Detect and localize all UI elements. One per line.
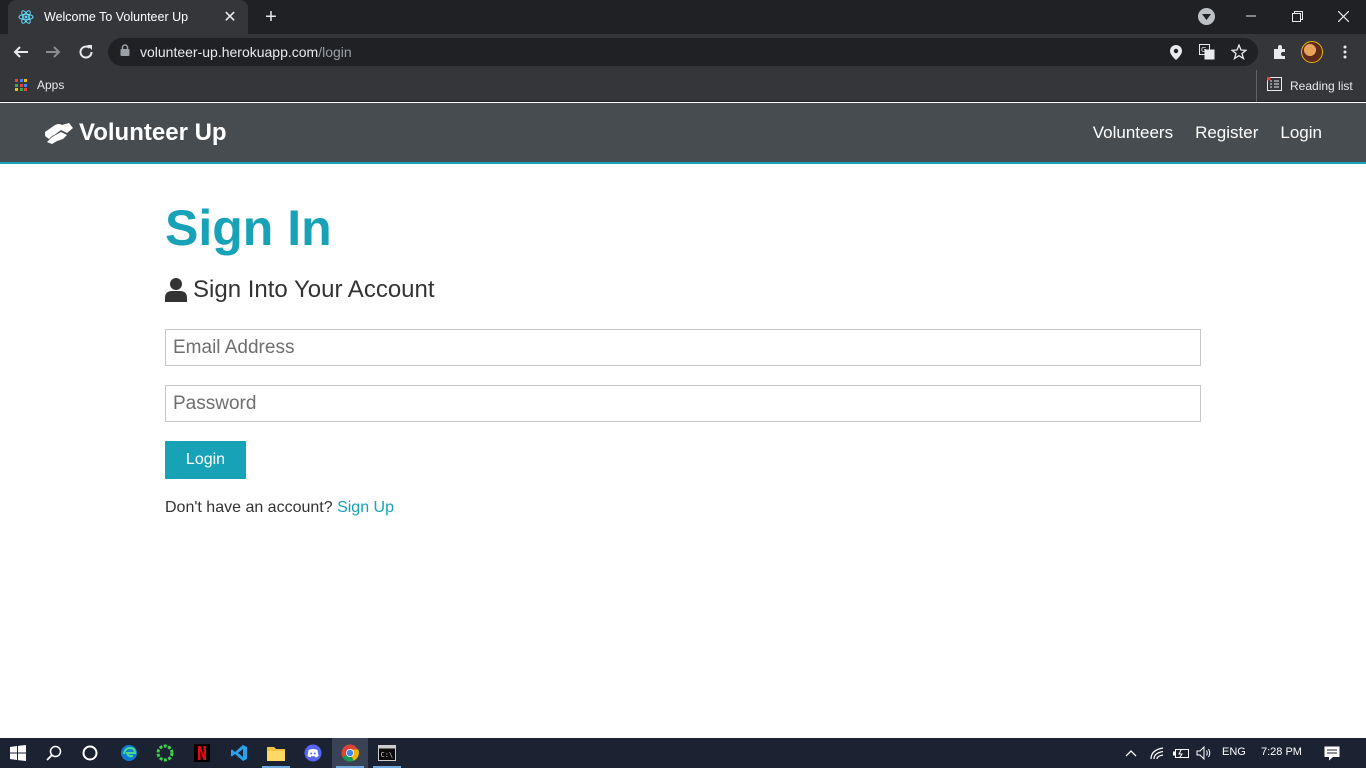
apps-grid-icon xyxy=(15,79,27,91)
svg-text:G: G xyxy=(1201,46,1206,54)
browser-tab[interactable]: Welcome To Volunteer Up ✕ xyxy=(8,0,248,34)
location-icon[interactable] xyxy=(1168,44,1184,60)
windows-taskbar: C:\ ENG 7:28 PM xyxy=(0,738,1366,768)
show-hidden-icons-icon[interactable] xyxy=(1114,738,1148,768)
signup-prompt: Don't have an account? Sign Up xyxy=(165,499,1201,517)
signup-prompt-text: Don't have an account? xyxy=(165,499,333,516)
extensions-icon[interactable] xyxy=(1270,42,1290,62)
tab-title: Welcome To Volunteer Up xyxy=(44,10,189,24)
language-indicator[interactable]: ENG xyxy=(1222,746,1246,758)
signup-link[interactable]: Sign Up xyxy=(337,499,394,516)
password-field[interactable] xyxy=(165,385,1201,422)
clock[interactable]: 7:28 PM xyxy=(1261,746,1302,758)
bookmarks-bar: Apps Reading list xyxy=(0,70,1366,102)
notifications-icon[interactable] xyxy=(1314,738,1350,768)
terminal-icon[interactable]: C:\ xyxy=(369,738,405,768)
reload-icon[interactable] xyxy=(74,40,98,64)
reading-list-label: Reading list xyxy=(1290,79,1353,93)
form-subtitle-text: Sign Into Your Account xyxy=(193,276,435,303)
translate-icon[interactable]: G xyxy=(1199,44,1215,60)
tab-close-icon[interactable]: ✕ xyxy=(222,7,238,27)
lock-icon[interactable] xyxy=(120,43,130,61)
svg-text:C:\: C:\ xyxy=(381,751,394,759)
menu-kebab-icon[interactable] xyxy=(1335,42,1355,62)
reading-list-icon xyxy=(1266,76,1282,96)
url-path: /login xyxy=(318,44,352,60)
login-container: Sign In Sign Into Your Account Login Don… xyxy=(165,164,1201,517)
address-bar[interactable]: volunteer-up.herokuapp.com/login G xyxy=(108,38,1258,66)
restore-icon[interactable] xyxy=(1274,0,1320,32)
wifi-icon[interactable] xyxy=(1146,738,1168,768)
user-icon xyxy=(165,278,187,302)
form-subtitle: Sign Into Your Account xyxy=(165,275,1201,305)
battery-icon[interactable] xyxy=(1170,738,1192,768)
browser-toolbar: volunteer-up.herokuapp.com/login G xyxy=(0,34,1366,70)
netflix-icon[interactable] xyxy=(184,738,220,768)
edge-icon[interactable] xyxy=(111,738,147,768)
windows-start-icon[interactable] xyxy=(0,738,36,768)
close-window-icon[interactable] xyxy=(1320,0,1366,32)
react-favicon-icon xyxy=(18,9,34,25)
login-button[interactable]: Login xyxy=(165,441,246,479)
nav-register-link[interactable]: Register xyxy=(1195,123,1258,143)
cortana-icon[interactable] xyxy=(72,738,108,768)
page-title: Sign In xyxy=(165,200,332,256)
url-host: volunteer-up.herokuapp.com xyxy=(140,44,319,60)
discord-icon[interactable] xyxy=(295,738,331,768)
nav-login-link[interactable]: Login xyxy=(1280,123,1322,143)
email-field[interactable] xyxy=(165,329,1201,366)
nav-links: Volunteers Register Login xyxy=(1071,123,1322,143)
apps-label: Apps xyxy=(37,78,65,92)
brand-link[interactable]: Volunteer Up xyxy=(43,119,227,147)
reading-list-button[interactable]: Reading list xyxy=(1256,70,1353,102)
chrome-icon[interactable] xyxy=(332,738,368,768)
bookmark-star-icon[interactable] xyxy=(1231,44,1247,60)
vscode-icon[interactable] xyxy=(221,738,257,768)
tab-search-icon[interactable] xyxy=(1198,8,1215,25)
file-explorer-icon[interactable] xyxy=(258,738,294,768)
back-icon[interactable] xyxy=(9,40,33,64)
new-tab-icon[interactable]: + xyxy=(260,6,282,28)
browser-tab-bar: Welcome To Volunteer Up ✕ + xyxy=(0,0,1366,34)
handshake-icon xyxy=(45,123,73,144)
apps-shortcut[interactable]: Apps xyxy=(15,78,64,92)
nav-volunteers-link[interactable]: Volunteers xyxy=(1093,123,1173,143)
site-navbar: Volunteer Up Volunteers Register Login xyxy=(0,103,1366,164)
search-icon[interactable] xyxy=(36,738,72,768)
brand-name: Volunteer Up xyxy=(79,119,227,146)
volume-icon[interactable] xyxy=(1193,738,1215,768)
profile-avatar[interactable] xyxy=(1301,41,1323,63)
minimize-icon[interactable] xyxy=(1228,0,1274,32)
forward-icon[interactable] xyxy=(41,40,65,64)
media-player-icon[interactable] xyxy=(147,738,183,768)
